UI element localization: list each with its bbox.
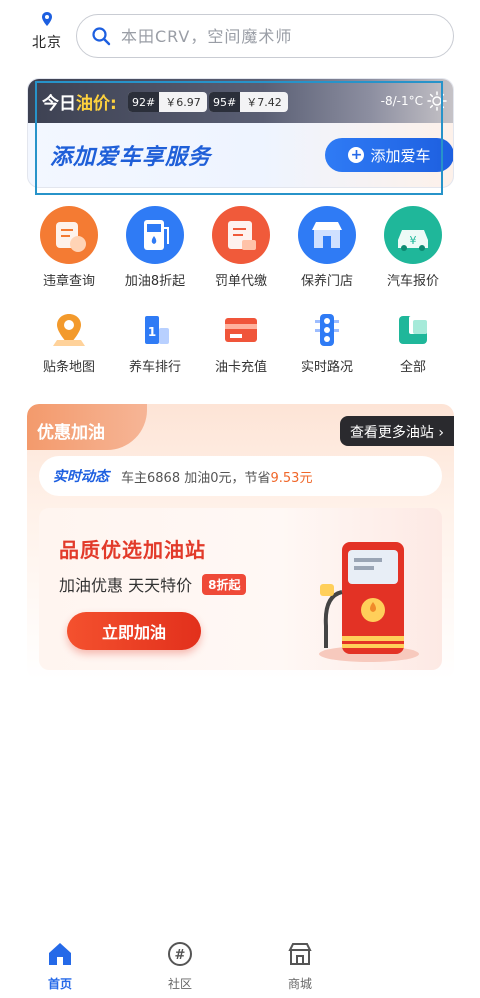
add-car-button[interactable]: + 添加爱车: [325, 138, 453, 172]
station-card[interactable]: 品质优选加油站 加油优惠 天天特价 8折起 立即加油: [39, 508, 442, 670]
tab-store[interactable]: 商城: [270, 940, 330, 992]
grid-item-ranking[interactable]: 1 养车排行: [112, 310, 198, 375]
grid-item-violation-query[interactable]: 违章查询: [26, 206, 112, 289]
grid-item-traffic[interactable]: 实时路况: [284, 310, 370, 375]
all-services-icon: [393, 310, 433, 350]
oil-title-prefix: 今日: [42, 94, 76, 114]
station-subtitle: 加油优惠 天天特价 8折起: [59, 572, 247, 596]
ticket-map-icon: [49, 310, 89, 350]
svg-text:¥: ¥: [410, 234, 417, 247]
grid-item-all[interactable]: 全部: [370, 310, 456, 375]
grid-label: 养车排行: [128, 360, 181, 375]
location-pin-icon: [42, 12, 52, 26]
fuel-grade: 92#: [128, 92, 160, 112]
live-text: 车主6868 加油0元，节省: [121, 470, 271, 486]
home-icon: [49, 943, 71, 965]
station-sub-text: 加油优惠 天天特价: [59, 576, 193, 595]
refuel-now-button[interactable]: 立即加油: [67, 612, 201, 650]
tab-label: 商城: [287, 977, 312, 991]
plus-icon: +: [348, 147, 365, 163]
grid-label: 贴条地图: [42, 360, 95, 375]
live-activity-strip: 实时动态 车主6868 加油0元，节省 9.53元: [39, 456, 442, 496]
price-chip-95: 95# ￥7.42: [209, 92, 288, 112]
price-chip-92: 92# ￥6.97: [128, 92, 207, 112]
search-input[interactable]: [121, 21, 441, 51]
svg-text:#: #: [175, 948, 186, 963]
violation-query-icon: [40, 206, 98, 264]
grid-label: 实时路况: [300, 360, 353, 375]
fuel-grade: 95#: [209, 92, 241, 112]
fuel-card-icon: [221, 310, 261, 350]
sun-icon: [427, 91, 447, 111]
grid-label: 罚单代缴: [214, 274, 267, 289]
grid-item-fuel-discount[interactable]: 加油8折起: [112, 206, 198, 289]
discount-fuel-section: 优惠加油 查看更多油站 › 实时动态 车主6868 加油0元，节省 9.53元 …: [27, 404, 454, 680]
traffic-light-icon: [307, 310, 347, 350]
bottom-tab-bar: 首页 # 社区 商城: [0, 930, 480, 998]
grid-label: 汽车报价: [386, 274, 439, 289]
grid-label: 加油8折起: [124, 274, 186, 289]
grid-label: 全部: [399, 360, 426, 375]
header: 北京: [0, 0, 480, 70]
city-selector[interactable]: 北京: [26, 12, 68, 52]
tab-community[interactable]: # 社区: [150, 940, 210, 992]
grid-item-ticket-map[interactable]: 贴条地图: [26, 310, 112, 375]
tab-label: 社区: [167, 977, 192, 991]
more-stations-label: 查看更多油站: [349, 425, 434, 441]
oil-price-bar: 今日油价: 92# ￥6.97 95# ￥7.42 -8/-1°C: [28, 79, 453, 123]
grid-label: 油卡充值: [214, 360, 267, 375]
fuel-discount-icon: [126, 206, 184, 264]
grid-item-ticket-payment[interactable]: 罚单代缴: [198, 206, 284, 289]
oil-title-highlight: 油价:: [76, 94, 117, 114]
add-car-label: 添加爱车: [370, 146, 431, 165]
grid-item-car-price[interactable]: ¥ 汽车报价: [370, 206, 456, 289]
more-stations-link[interactable]: 查看更多油站 ›: [339, 416, 454, 446]
svg-text:1: 1: [148, 325, 156, 339]
add-car-slogan: 添加爱车享服务: [50, 145, 212, 170]
car-price-icon: ¥: [384, 206, 442, 264]
weather: -8/-1°C: [381, 91, 447, 111]
station-title: 品质优选加油站: [59, 538, 206, 562]
city-name: 北京: [32, 35, 62, 51]
oil-price-title: 今日油价:: [42, 89, 117, 114]
ticket-payment-icon: [212, 206, 270, 264]
temperature: -8/-1°C: [380, 94, 423, 108]
tab-home[interactable]: 首页: [30, 940, 90, 992]
discount-badge: 8折起: [202, 573, 247, 595]
live-savings: 9.53元: [270, 470, 313, 486]
ranking-icon: 1: [135, 310, 175, 350]
search-bar[interactable]: [76, 14, 454, 58]
search-icon: [92, 27, 111, 46]
fuel-price: ￥6.97: [165, 96, 201, 109]
grid-label: 违章查询: [42, 274, 95, 289]
fuel-pump-icon: [319, 542, 419, 662]
maintenance-store-icon: [298, 206, 356, 264]
community-icon: #: [168, 942, 192, 966]
grid-item-maintenance-store[interactable]: 保养门店: [284, 206, 370, 289]
oil-price-card[interactable]: 今日油价: 92# ￥6.97 95# ￥7.42 -8/-1°C 添加爱车享服…: [27, 78, 454, 188]
tab-label: 首页: [47, 977, 72, 991]
grid-item-fuel-card[interactable]: 油卡充值: [198, 310, 284, 375]
fuel-price: ￥7.42: [246, 96, 282, 109]
live-tag: 实时动态: [53, 469, 109, 485]
chevron-right-icon: ›: [438, 425, 444, 441]
store-icon: [288, 943, 312, 965]
grid-label: 保养门店: [300, 274, 353, 289]
section-tab: 优惠加油: [27, 404, 147, 450]
